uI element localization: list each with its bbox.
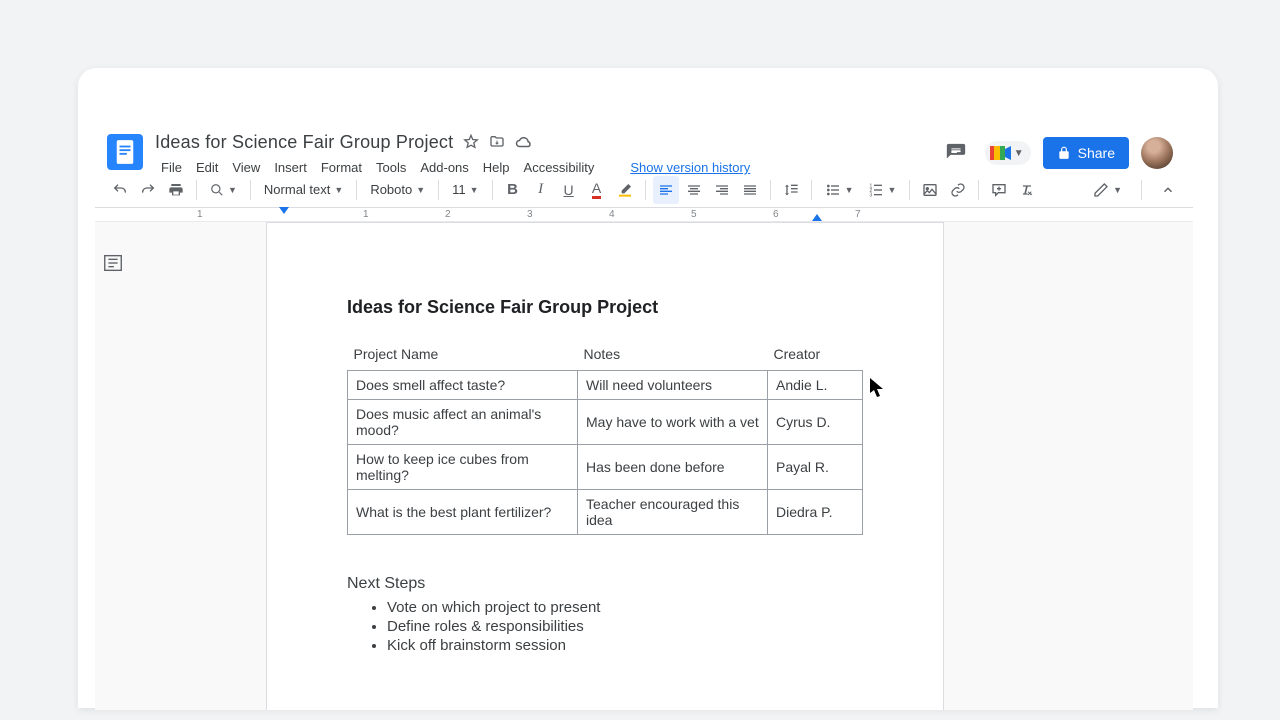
google-docs-app: Ideas for Science Fair Group Project Fil… [95, 122, 1193, 710]
right-indent-marker[interactable] [812, 214, 822, 222]
highlight-icon[interactable] [612, 176, 638, 204]
move-icon[interactable] [489, 134, 505, 150]
zoom-dropdown[interactable]: ▼ [204, 176, 243, 204]
table-row: What is the best plant fertilizer?Teache… [348, 490, 863, 535]
cloud-saved-icon[interactable] [515, 134, 533, 150]
line-spacing-icon[interactable] [778, 176, 804, 204]
share-button[interactable]: Share [1043, 137, 1129, 169]
add-comment-icon[interactable] [986, 176, 1012, 204]
comments-icon[interactable] [939, 136, 973, 170]
insert-image-icon[interactable] [917, 176, 943, 204]
list-item: Define roles & responsibilities [387, 618, 863, 635]
left-indent-marker[interactable] [279, 207, 289, 215]
underline-icon[interactable]: U [556, 176, 582, 204]
align-right-icon[interactable] [709, 176, 735, 204]
list-item: Kick off brainstorm session [387, 637, 863, 654]
text-color-icon[interactable]: A [584, 176, 610, 204]
next-steps-section: Next Steps Vote on which project to pres… [347, 575, 863, 654]
insert-link-icon[interactable] [945, 176, 971, 204]
doc-title[interactable]: Ideas for Science Fair Group Project [155, 132, 453, 153]
collapse-toolbar-icon[interactable] [1155, 176, 1181, 204]
titlebar: Ideas for Science Fair Group Project Fil… [95, 122, 1193, 172]
align-left-icon[interactable] [653, 176, 679, 204]
list-item: Vote on which project to present [387, 599, 863, 616]
next-steps-list: Vote on which project to present Define … [347, 599, 863, 654]
docs-logo[interactable] [107, 134, 143, 170]
bullet-list-icon[interactable]: ▼ [819, 176, 860, 204]
clear-formatting-icon[interactable] [1014, 176, 1040, 204]
editing-mode-icon[interactable]: ▼ [1087, 176, 1128, 204]
doc-heading: Ideas for Science Fair Group Project [347, 297, 863, 318]
numbered-list-icon[interactable]: 123▼ [862, 176, 903, 204]
outline-icon[interactable] [102, 252, 124, 274]
share-label: Share [1078, 145, 1115, 161]
horizontal-ruler[interactable]: 1 1 2 3 4 5 6 7 [95, 208, 1193, 222]
align-center-icon[interactable] [681, 176, 707, 204]
italic-icon[interactable]: I [528, 176, 554, 204]
bold-icon[interactable]: B [500, 176, 526, 204]
projects-table: Project Name Notes Creator Does smell af… [347, 342, 863, 535]
mouse-cursor-icon [870, 378, 886, 398]
document-page[interactable]: Ideas for Science Fair Group Project Pro… [266, 222, 944, 710]
font-dropdown[interactable]: Roboto▼ [364, 176, 431, 204]
svg-text:3: 3 [869, 192, 872, 197]
table-row: How to keep ice cubes from melting?Has b… [348, 445, 863, 490]
table-header: Project Name Notes Creator [348, 342, 863, 371]
star-icon[interactable] [463, 134, 479, 150]
meet-button[interactable]: ▼ [985, 141, 1031, 165]
undo-icon[interactable] [107, 176, 133, 204]
style-dropdown[interactable]: Normal text▼ [258, 176, 349, 204]
table-row: Does music affect an animal's mood?May h… [348, 400, 863, 445]
canvas: Ideas for Science Fair Group Project Pro… [95, 222, 1193, 710]
align-justify-icon[interactable] [737, 176, 763, 204]
user-avatar[interactable] [1141, 137, 1173, 169]
chevron-down-icon: ▼ [1014, 148, 1024, 159]
print-icon[interactable] [163, 176, 189, 204]
fontsize-dropdown[interactable]: 11▼ [446, 176, 484, 204]
table-row: Does smell affect taste?Will need volunt… [348, 371, 863, 400]
redo-icon[interactable] [135, 176, 161, 204]
next-steps-title: Next Steps [347, 575, 863, 593]
